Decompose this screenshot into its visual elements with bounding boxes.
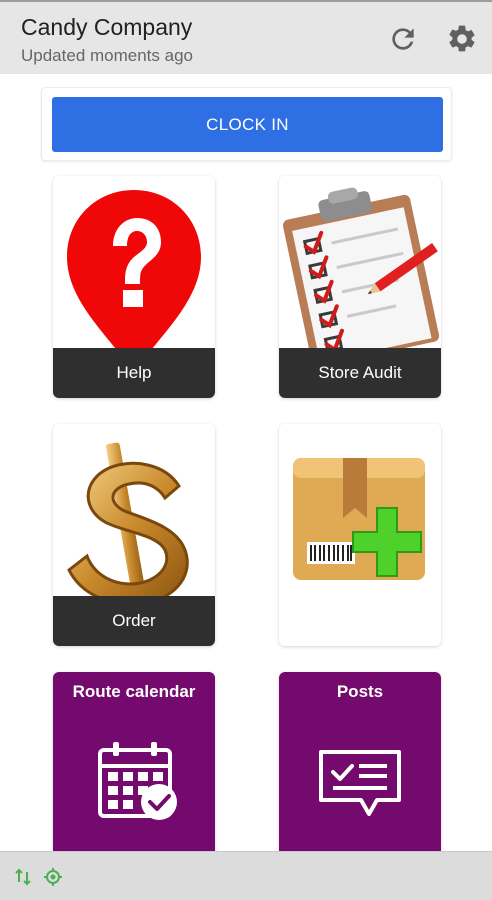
tile-order[interactable]: Order xyxy=(53,424,215,646)
update-status: Updated moments ago xyxy=(21,46,193,65)
gps-location-icon xyxy=(44,868,62,886)
status-bar xyxy=(0,851,492,900)
tile-documents-label: Documents xyxy=(313,434,407,453)
tile-help[interactable]: Help xyxy=(53,176,215,398)
gear-icon xyxy=(449,25,475,52)
sync-arrows-icon xyxy=(15,868,31,886)
clock-in-button[interactable]: CLOCK IN xyxy=(52,97,443,152)
clock-card: CLOCK IN xyxy=(41,87,452,161)
tile-help-label: Help xyxy=(53,348,215,398)
app-header: Candy Company Updated moments ago xyxy=(0,0,492,74)
settings-button[interactable] xyxy=(445,22,479,56)
tile-store-audit[interactable]: Store Audit xyxy=(279,176,441,398)
tile-order-label: Order xyxy=(53,596,215,646)
refresh-button[interactable] xyxy=(386,22,420,56)
tile-store-audit-label: Store Audit xyxy=(279,348,441,398)
app-title: Candy Company xyxy=(21,14,193,40)
app-screen: Candy Company Updated moments ago CLOCK … xyxy=(0,0,492,900)
refresh-icon xyxy=(392,28,414,50)
box-add-icon xyxy=(279,424,441,646)
tile-documents[interactable]: Documents xyxy=(279,424,441,646)
